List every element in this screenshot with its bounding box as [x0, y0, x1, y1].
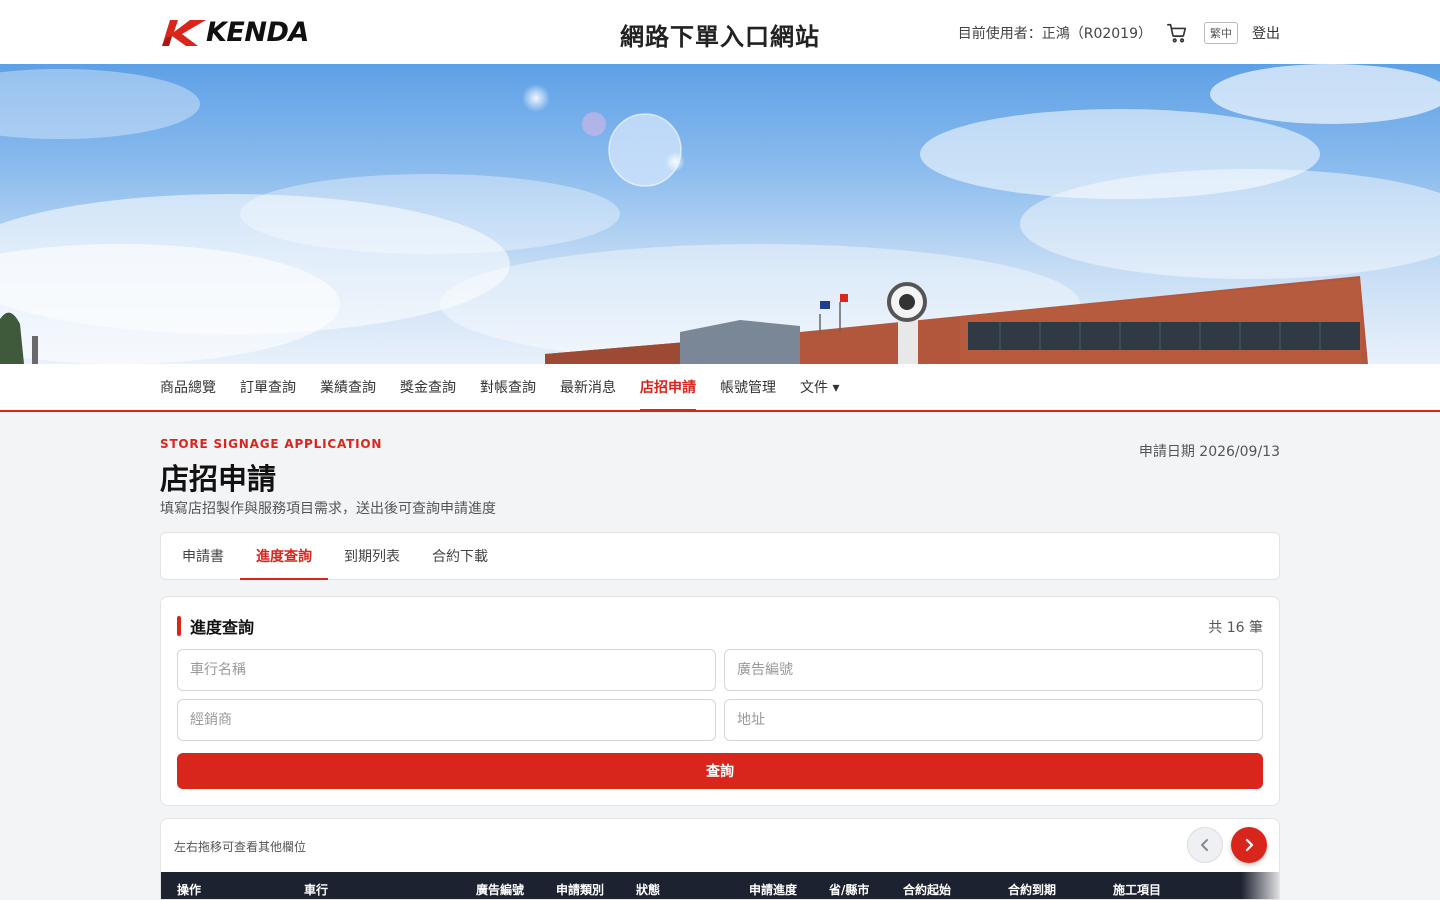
- tab-progress-query[interactable]: 進度查詢: [240, 533, 328, 580]
- results-table-card: 左右拖移可查看其他欄位 操作 車行 廣告編號 申請類別 狀態 申請進度 省/縣市…: [160, 818, 1280, 900]
- hero-banner: [0, 64, 1440, 364]
- column-header-status: 狀態: [636, 883, 661, 897]
- scroll-right-button[interactable]: [1231, 827, 1267, 863]
- nav-item-bonus[interactable]: 獎金查詢: [400, 364, 456, 410]
- tab-expiry-list[interactable]: 到期列表: [328, 533, 416, 579]
- tab-application-form[interactable]: 申請書: [166, 533, 240, 579]
- banner-illustration: [0, 64, 1440, 364]
- chevron-left-icon: [1201, 839, 1208, 851]
- kenda-k-mark-icon: [162, 20, 206, 46]
- panel-title: 進度查詢: [177, 615, 254, 637]
- nav-item-performance[interactable]: 業績查詢: [320, 364, 376, 410]
- nav-item-orders[interactable]: 訂單查詢: [240, 364, 296, 410]
- column-header-store: 車行: [304, 883, 329, 897]
- column-header-construction-items: 施工項目: [1113, 883, 1162, 897]
- column-header-contract-start: 合約起始: [903, 883, 952, 897]
- section-tabs: 申請書 進度查詢 到期列表 合約下載: [160, 532, 1280, 580]
- address-input[interactable]: [724, 699, 1263, 741]
- language-switch[interactable]: 繁中: [1204, 22, 1238, 44]
- kenda-logo[interactable]: KENDA: [160, 16, 325, 48]
- progress-search-panel: 進度查詢 共 16 筆 查詢: [160, 596, 1280, 806]
- ad-number-input[interactable]: [724, 649, 1263, 691]
- top-header: KENDA 網路下單入口網站 目前使用者：正鴻（R02019） 繁中 登出: [0, 0, 1440, 64]
- column-header-application-type: 申請類別: [556, 883, 605, 897]
- logout-link[interactable]: 登出: [1252, 23, 1280, 43]
- scroll-left-button[interactable]: [1187, 827, 1223, 863]
- nav-item-account[interactable]: 帳號管理: [720, 364, 776, 410]
- chevron-right-icon: [1245, 838, 1254, 852]
- tab-contract-download[interactable]: 合約下載: [416, 533, 504, 579]
- result-count: 共 16 筆: [1208, 620, 1263, 636]
- current-user-label: 目前使用者：正鴻（R02019）: [957, 26, 1152, 42]
- table-header-row: 操作 車行 廣告編號 申請類別 狀態 申請進度 省/縣市 合約起始 合約到期 施…: [161, 872, 1279, 899]
- scroll-fade-overlay: [1241, 872, 1279, 899]
- search-button[interactable]: 查詢: [177, 753, 1263, 789]
- main-nav: 商品總覽 訂單查詢 業績查詢 獎金查詢 對帳查詢 最新消息 店招申請 帳號管理 …: [0, 364, 1440, 412]
- page-title: 店招申請: [160, 462, 277, 496]
- column-header-contract-end: 合約到期: [1008, 883, 1057, 897]
- column-header-actions: 操作: [177, 883, 202, 897]
- nav-item-documents-dropdown[interactable]: 文件 ▾: [800, 364, 839, 410]
- page-subtitle: 填寫店招製作與服務項目需求，送出後可查詢申請進度: [160, 501, 496, 517]
- nav-item-news[interactable]: 最新消息: [560, 364, 616, 410]
- user-area: 目前使用者：正鴻（R02019） 繁中 登出: [958, 20, 1280, 46]
- cart-icon[interactable]: [1166, 21, 1190, 45]
- dealer-input[interactable]: [177, 699, 716, 741]
- store-name-input[interactable]: [177, 649, 716, 691]
- logo-wordmark: KENDA: [206, 16, 309, 48]
- column-header-ad-number: 廣告編號: [476, 883, 525, 897]
- column-header-progress: 申請進度: [749, 883, 798, 897]
- nav-item-statement[interactable]: 對帳查詢: [480, 364, 536, 410]
- page-eyebrow: STORE SIGNAGE APPLICATION: [160, 437, 383, 451]
- column-header-province-city: 省/縣市: [829, 883, 870, 897]
- table-scroll-hint: 左右拖移可查看其他欄位: [174, 840, 307, 854]
- nav-item-store-signage[interactable]: 店招申請: [640, 364, 696, 412]
- apply-date: 申請日期 2026/09/13: [1138, 444, 1280, 460]
- nav-item-products[interactable]: 商品總覽: [160, 364, 216, 410]
